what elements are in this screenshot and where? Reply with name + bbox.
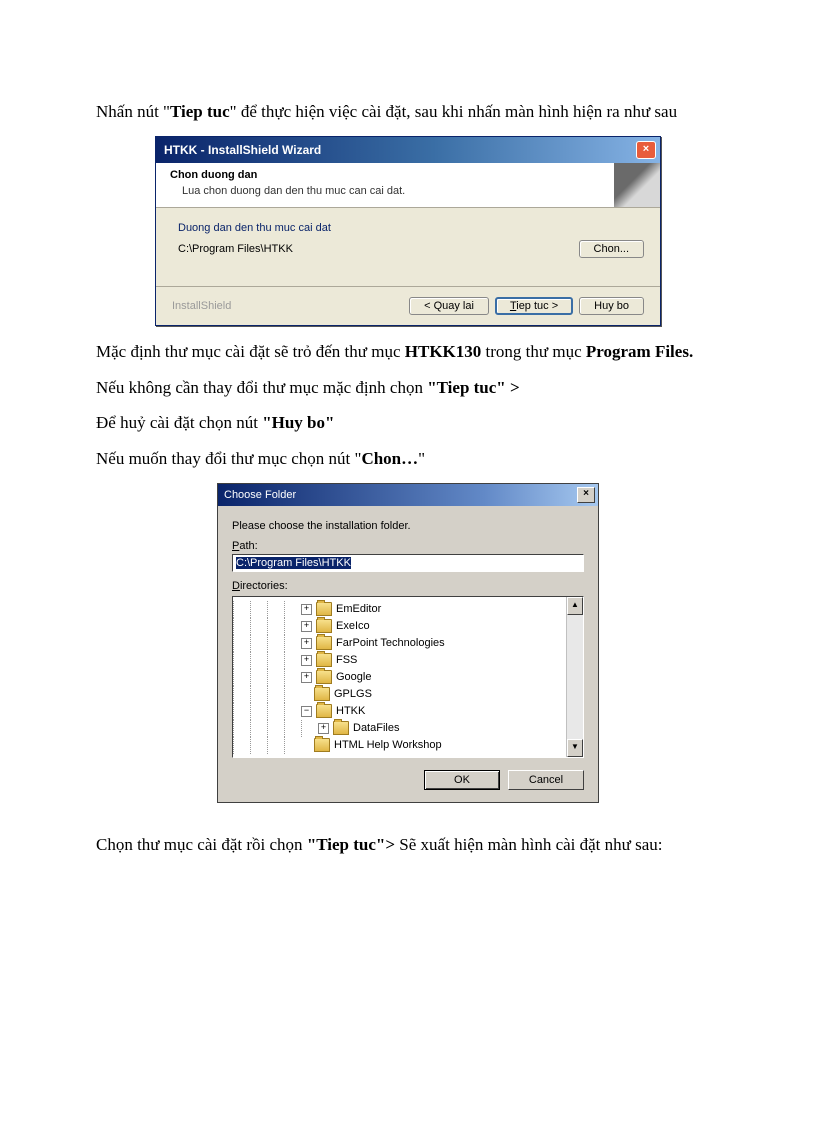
expand-icon[interactable]: + xyxy=(301,672,312,683)
close-icon[interactable]: × xyxy=(577,487,595,503)
folder-icon xyxy=(314,687,330,701)
tree-item[interactable]: + FarPoint Technologies xyxy=(233,635,583,652)
folder-icon xyxy=(316,670,332,684)
tree-item[interactable]: HTML Help Workshop xyxy=(233,737,583,754)
tree-item-label: FarPoint Technologies xyxy=(336,637,445,649)
cancel-button[interactable]: Huy bo xyxy=(579,297,644,315)
folder-icon xyxy=(314,738,330,752)
directories-label: Directories: xyxy=(232,580,584,592)
folder-icon xyxy=(316,636,332,650)
close-icon[interactable]: × xyxy=(636,141,656,159)
browse-button[interactable]: Chon... xyxy=(579,240,644,258)
tree-item[interactable]: + Google xyxy=(233,669,583,686)
expand-icon[interactable]: + xyxy=(301,655,312,666)
paragraph-4: Để huỷ cài đặt chọn nút "Huy bo" xyxy=(96,411,720,435)
tree-item-label: DataFiles xyxy=(353,722,399,734)
scroll-up-icon[interactable]: ▲ xyxy=(567,597,583,615)
ok-button[interactable]: OK xyxy=(424,770,500,790)
installshield-brand: InstallShield xyxy=(172,300,231,312)
header-graphic xyxy=(614,163,660,207)
frame-label: Duong dan den thu muc cai dat xyxy=(178,222,644,234)
path-label: Path: xyxy=(232,540,584,552)
dialog-header: Chon duong dan Lua chon duong dan den th… xyxy=(156,163,660,208)
expand-icon[interactable]: + xyxy=(301,638,312,649)
cancel-button[interactable]: Cancel xyxy=(508,770,584,790)
paragraph-3: Nếu không cần thay đổi thư mục mặc định … xyxy=(96,376,720,400)
tree-item-label: ExeIco xyxy=(336,620,370,632)
next-button[interactable]: Tiep tuc > xyxy=(495,297,573,315)
collapse-icon[interactable]: − xyxy=(301,706,312,717)
expand-icon[interactable]: + xyxy=(301,621,312,632)
tree-item[interactable]: − HTKK xyxy=(233,703,583,720)
tree-item[interactable]: + DataFiles xyxy=(233,720,583,737)
dialog-titlebar: Choose Folder × xyxy=(218,484,598,506)
dialog-body: Duong dan den thu muc cai dat C:\Program… xyxy=(156,208,660,286)
folder-icon xyxy=(316,619,332,633)
header-title: Chon duong dan xyxy=(170,169,650,181)
paragraph-2: Mặc định thư mục cài đặt sẽ trỏ đến thư … xyxy=(96,340,720,364)
tree-item-label: FSS xyxy=(336,654,357,666)
paragraph-6: Chọn thư mục cài đặt rồi chọn "Tiep tuc"… xyxy=(96,833,720,857)
header-subtitle: Lua chon duong dan den thu muc can cai d… xyxy=(182,185,650,197)
tree-item[interactable]: + EmEditor xyxy=(233,601,583,618)
dialog-title: Choose Folder xyxy=(224,489,296,501)
expand-icon[interactable]: + xyxy=(318,723,329,734)
tree-item[interactable]: GPLGS xyxy=(233,686,583,703)
folder-icon xyxy=(316,602,332,616)
scroll-down-icon[interactable]: ▼ xyxy=(567,739,583,757)
expand-icon[interactable]: + xyxy=(301,604,312,615)
folder-icon xyxy=(316,653,332,667)
tree-item-label: Google xyxy=(336,671,371,683)
paragraph-1: Nhấn nút "Tiep tuc" để thực hiện việc cà… xyxy=(96,100,720,124)
folder-icon xyxy=(316,704,332,718)
path-input[interactable]: C:\Program Files\HTKK xyxy=(232,554,584,572)
choose-folder-dialog: Choose Folder × Please choose the instal… xyxy=(217,483,599,803)
tree-item-label: GPLGS xyxy=(334,688,372,700)
dialog-footer: InstallShield < Quay lai Tiep tuc > Huy … xyxy=(156,286,660,325)
tree-item-label: HTKK xyxy=(336,705,365,717)
scrollbar[interactable]: ▲ ▼ xyxy=(566,597,583,757)
back-button[interactable]: < Quay lai xyxy=(409,297,489,315)
tree-item[interactable]: + ExeIco xyxy=(233,618,583,635)
folder-icon xyxy=(333,721,349,735)
tree-item-label: HTML Help Workshop xyxy=(334,739,442,751)
tree-item[interactable]: + FSS xyxy=(233,652,583,669)
installshield-wizard-dialog: HTKK - InstallShield Wizard × Chon duong… xyxy=(155,136,661,326)
instruction-label: Please choose the installation folder. xyxy=(232,520,584,532)
dialog-titlebar: HTKK - InstallShield Wizard × xyxy=(156,137,660,163)
paragraph-5: Nếu muốn thay đổi thư mục chọn nút "Chon… xyxy=(96,447,720,471)
install-path: C:\Program Files\HTKK xyxy=(178,243,293,255)
tree-item-label: EmEditor xyxy=(336,603,381,615)
dialog-title: HTKK - InstallShield Wizard xyxy=(164,143,321,157)
directory-tree[interactable]: + EmEditor + ExeIco + FarPoint Technologies + F… xyxy=(232,596,584,758)
dialog-body: Please choose the installation folder. P… xyxy=(218,506,598,802)
